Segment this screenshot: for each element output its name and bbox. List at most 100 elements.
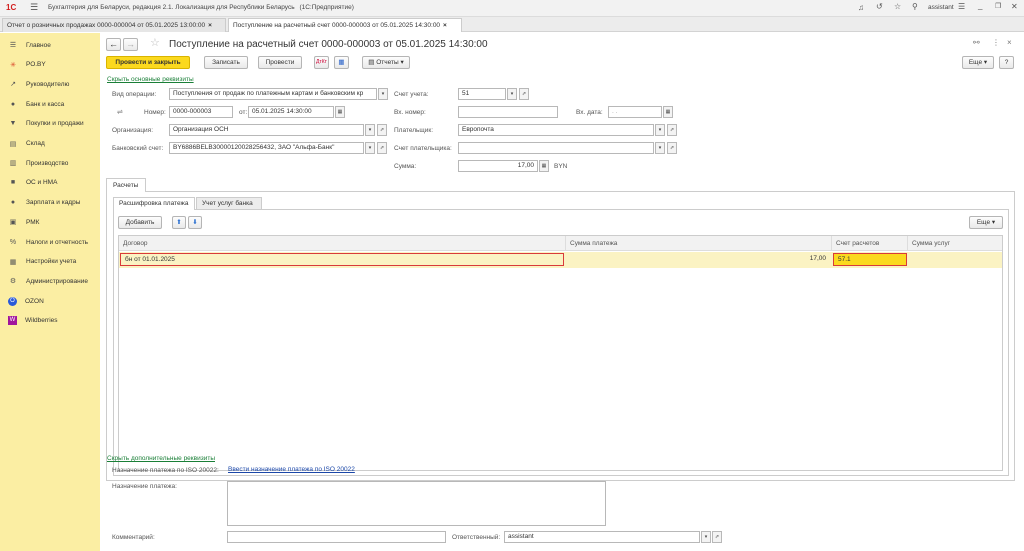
back-button[interactable]: ← <box>106 38 121 51</box>
cart-icon: ▼ <box>9 120 17 128</box>
payer-account-field[interactable] <box>458 142 654 154</box>
sidebar-item[interactable]: W Wildberries <box>0 312 100 330</box>
purpose-textarea[interactable] <box>227 481 606 526</box>
help-button[interactable]: ? <box>999 56 1014 69</box>
settings-menu-icon[interactable]: ☰ <box>958 2 965 11</box>
sidebar-item[interactable]: ▥ Производство <box>0 154 100 172</box>
post-and-close-button[interactable]: Провести и закрыть <box>106 56 190 69</box>
debit-credit-icon[interactable]: ДтКт <box>314 56 329 69</box>
structure-icon[interactable]: ▦ <box>334 56 349 69</box>
open-link-icon[interactable]: ⇗ <box>667 124 677 136</box>
sidebar-item[interactable]: % Налоги и отчетность <box>0 233 100 251</box>
table-more-button[interactable]: Еще ▾ <box>969 216 1003 229</box>
incoming-number-field[interactable] <box>458 106 558 118</box>
forward-button[interactable]: → <box>123 38 138 51</box>
link-icon[interactable]: ⚯ <box>973 38 980 47</box>
reports-button[interactable]: ▤ Отчеты ▾ <box>362 56 410 69</box>
sidebar-item[interactable]: ⚙ Администрирование <box>0 272 100 290</box>
number-field[interactable]: 0000-000003 <box>169 106 233 118</box>
trend-icon: ↗ <box>10 81 16 89</box>
hide-main-details-link[interactable]: Скрыть основные реквизиты <box>107 76 194 83</box>
chevron-down-icon: ▾ <box>400 59 404 66</box>
chevron-down-icon[interactable]: ▾ <box>378 88 388 100</box>
ledger-account-field[interactable]: 51 <box>458 88 506 100</box>
close-icon[interactable]: ✕ <box>1011 2 1018 11</box>
chevron-down-icon[interactable]: ▾ <box>365 142 375 154</box>
chevron-down-icon[interactable]: ▾ <box>365 124 375 136</box>
responsible-label: Ответственный: <box>452 534 501 541</box>
date-field[interactable]: 05.01.2025 14:30:00 <box>248 106 334 118</box>
chevron-down-icon[interactable]: ▾ <box>701 531 711 543</box>
calculator-icon[interactable]: ▦ <box>539 160 549 172</box>
table-row[interactable]: бн от 01.01.2025 17,00 57.1 <box>119 252 1002 268</box>
chevron-down-icon[interactable]: ▾ <box>655 142 665 154</box>
move-up-icon[interactable]: ⬆ <box>172 216 186 229</box>
warehouse-icon: ▤ <box>9 140 17 148</box>
calendar-icon[interactable]: ▦ <box>335 106 345 118</box>
sidebar-item[interactable]: ● Банк и касса <box>0 95 100 113</box>
sidebar-item-label: Настройки учета <box>26 258 77 266</box>
sidebar-item[interactable]: ✳ РО.BY <box>0 56 100 74</box>
save-button[interactable]: Записать <box>204 56 248 69</box>
calendar-icon[interactable]: ▦ <box>663 106 673 118</box>
sidebar-item[interactable]: ▼ Покупки и продажи <box>0 115 100 133</box>
sidebar-item[interactable]: ↗ Руководителю <box>0 75 100 93</box>
tab-bank-receipt[interactable]: Поступление на расчетный счет 0000-00000… <box>228 18 462 32</box>
open-link-icon[interactable]: ⇗ <box>377 142 387 154</box>
sidebar-item[interactable]: O OZON <box>0 292 100 310</box>
organization-field[interactable]: Организация ОСН <box>169 124 364 136</box>
more-button[interactable]: Еще ▾ <box>962 56 994 69</box>
bell-icon[interactable]: ♫ <box>858 3 864 12</box>
favorites-star-icon[interactable]: ☆ <box>894 2 901 11</box>
iso-purpose-link[interactable]: Ввести назначение платежа по ISO 20022 <box>228 466 355 473</box>
services-cell[interactable] <box>909 253 1001 266</box>
incoming-date-field[interactable]: . . <box>608 106 662 118</box>
sidebar-item[interactable]: ■ ОС и НМА <box>0 174 100 192</box>
percent-icon: % <box>9 238 17 246</box>
chevron-down-icon[interactable]: ▾ <box>655 124 665 136</box>
minimize-icon[interactable]: _ <box>978 1 982 10</box>
comment-field[interactable] <box>227 531 446 543</box>
chevron-down-icon[interactable]: ▾ <box>507 88 517 100</box>
tab-payment-breakdown[interactable]: Расшифровка платежа <box>113 197 195 210</box>
payer-field[interactable]: Европочта <box>458 124 654 136</box>
column-header-amount[interactable]: Сумма платежа <box>566 236 832 251</box>
hide-extra-details-link[interactable]: Скрыть дополнительные реквизиты <box>107 455 215 462</box>
bank-account-field[interactable]: BY6886BELB30000120028256432, ЗАО "Альфа-… <box>169 142 364 154</box>
sidebar-item[interactable]: ☰ Главное <box>0 36 100 54</box>
open-link-icon[interactable]: ⇗ <box>377 124 387 136</box>
operation-type-field[interactable]: Поступления от продаж по платежным карта… <box>169 88 377 100</box>
search-icon[interactable]: ⚲ <box>912 2 918 11</box>
sum-field[interactable]: 17,00 <box>458 160 538 172</box>
sidebar-item[interactable]: ▦ Настройки учета <box>0 253 100 271</box>
close-tab-icon[interactable]: × <box>443 22 447 29</box>
sidebar-item[interactable]: ▤ Склад <box>0 135 100 153</box>
open-link-icon[interactable]: ⇗ <box>519 88 529 100</box>
open-link-icon[interactable]: ⇗ <box>712 531 722 543</box>
more-vertical-icon[interactable]: ⋮ <box>992 38 1000 47</box>
contract-cell[interactable]: бн от 01.01.2025 <box>120 253 564 266</box>
post-button[interactable]: Провести <box>258 56 302 69</box>
close-form-icon[interactable]: × <box>1007 38 1012 47</box>
favorite-star-icon[interactable]: ☆ <box>150 36 160 49</box>
tab-settlements[interactable]: Расчеты <box>106 178 146 192</box>
truck-icon: ■ <box>10 179 16 187</box>
open-link-icon[interactable]: ⇗ <box>667 142 677 154</box>
move-down-icon[interactable]: ⬇ <box>188 216 202 229</box>
number-settings-icon[interactable]: ⇌ <box>117 108 123 116</box>
add-row-button[interactable]: Добавить <box>118 216 162 229</box>
main-menu-icon[interactable]: ☰ <box>30 2 38 13</box>
history-icon[interactable]: ↺ <box>876 2 883 11</box>
account-cell[interactable]: 57.1 <box>833 253 907 266</box>
column-header-account[interactable]: Счет расчетов <box>832 236 908 251</box>
close-tab-icon[interactable]: × <box>208 22 212 29</box>
user-name[interactable]: assistant <box>928 4 954 11</box>
column-header-services[interactable]: Сумма услуг <box>908 236 1002 251</box>
amount-cell[interactable]: 17,00 <box>567 253 830 266</box>
column-header-contract[interactable]: Договор <box>119 236 566 251</box>
maximize-icon[interactable]: ❐ <box>995 2 1001 10</box>
tab-retail-report[interactable]: Отчет о розничных продажах 0000-000004 о… <box>2 18 226 32</box>
responsible-field[interactable]: assistant <box>504 531 700 543</box>
sidebar-item[interactable]: ● Зарплата и кадры <box>0 194 100 212</box>
sidebar-item[interactable]: ▣ РМК <box>0 213 100 231</box>
